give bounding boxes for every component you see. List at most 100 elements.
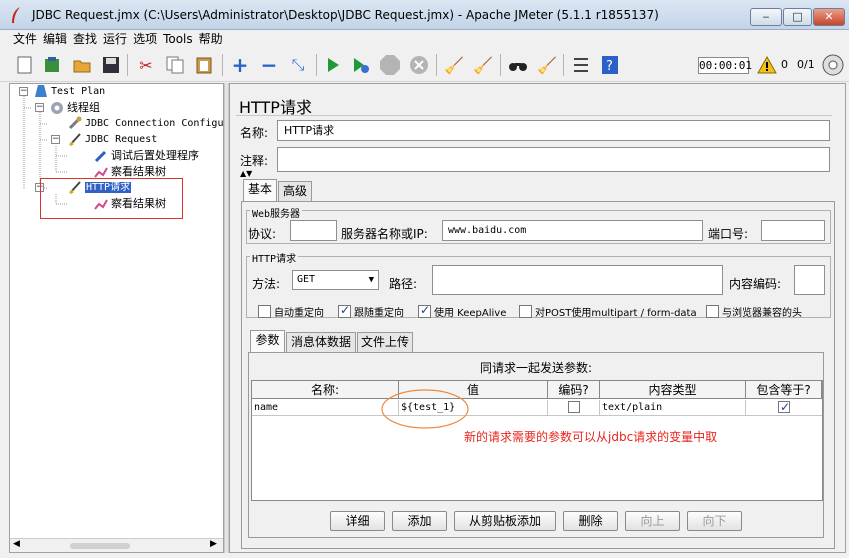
stop-icon[interactable] bbox=[379, 54, 401, 76]
title-divider bbox=[236, 115, 832, 116]
table-row[interactable]: name ${test_1} text/plain bbox=[252, 399, 822, 416]
path-input[interactable] bbox=[432, 265, 723, 295]
shutdown-icon[interactable] bbox=[408, 54, 430, 76]
copy-icon[interactable] bbox=[164, 54, 186, 76]
tree-item-jdbc-connection[interactable]: JDBC Connection Configu bbox=[68, 116, 223, 132]
checkbox[interactable] bbox=[338, 303, 351, 318]
tab-advanced[interactable]: 高级 bbox=[278, 181, 312, 201]
col-name-header[interactable]: 名称: bbox=[252, 381, 399, 399]
clear-icon[interactable]: 🧹 bbox=[443, 54, 465, 76]
help-icon[interactable]: ? bbox=[599, 54, 621, 76]
add-from-clipboard-button[interactable]: 从剪贴板添加 bbox=[454, 511, 556, 531]
scroll-right-icon[interactable]: ▶ bbox=[210, 539, 217, 549]
search-icon[interactable] bbox=[507, 54, 529, 76]
menu-edit[interactable]: 编辑 bbox=[40, 30, 70, 48]
tree-item-jdbc-request[interactable]: JDBC Request bbox=[68, 132, 157, 148]
warning-count: 0 bbox=[781, 58, 788, 71]
menu-tools[interactable]: Tools bbox=[160, 30, 196, 48]
toggle-icon[interactable]: ⤡ bbox=[287, 54, 309, 76]
port-input[interactable] bbox=[761, 220, 825, 241]
function-helper-icon[interactable] bbox=[570, 54, 592, 76]
test-plan-icon bbox=[34, 84, 48, 98]
templates-icon[interactable] bbox=[41, 54, 63, 76]
save-icon[interactable] bbox=[100, 54, 122, 76]
minimize-button[interactable]: ‒ bbox=[750, 8, 782, 26]
menu-bar: 文件 编辑 查找 运行 选项 Tools 帮助 bbox=[0, 30, 849, 48]
menu-help[interactable]: 帮助 bbox=[196, 30, 226, 48]
col-include-equals-header[interactable]: 包含等于? bbox=[746, 381, 822, 399]
toolbar-separator bbox=[222, 54, 223, 76]
checkbox[interactable] bbox=[778, 399, 790, 415]
new-icon[interactable] bbox=[14, 54, 36, 76]
open-icon[interactable] bbox=[71, 54, 93, 76]
tab-body-data[interactable]: 消息体数据 bbox=[286, 332, 356, 352]
collapse-toggle[interactable]: − bbox=[19, 87, 28, 96]
tree-horizontal-scrollbar[interactable]: ◀ ▶ bbox=[10, 538, 223, 552]
method-label: 方法: bbox=[252, 277, 281, 291]
param-name-cell[interactable]: name bbox=[252, 400, 399, 416]
expand-icon[interactable]: + bbox=[229, 53, 251, 77]
method-select[interactable]: GET ▼ bbox=[292, 270, 379, 290]
encoding-input[interactable] bbox=[794, 265, 825, 295]
server-input[interactable]: www.baidu.com bbox=[442, 220, 703, 241]
param-include-equals-cell[interactable] bbox=[746, 399, 822, 416]
warning-icon[interactable] bbox=[756, 54, 778, 76]
menu-options[interactable]: 选项 bbox=[130, 30, 160, 48]
tab-file-upload[interactable]: 文件上传 bbox=[357, 332, 413, 352]
menu-search[interactable]: 查找 bbox=[70, 30, 100, 48]
postprocessor-icon bbox=[94, 149, 108, 163]
results-chart-icon bbox=[94, 165, 108, 179]
menu-run[interactable]: 运行 bbox=[100, 30, 130, 48]
keepalive-checkbox[interactable]: 使用 KeepAlive bbox=[418, 303, 506, 319]
col-encode-header[interactable]: 编码? bbox=[548, 381, 600, 399]
add-button[interactable]: 添加 bbox=[392, 511, 447, 531]
delete-button[interactable]: 删除 bbox=[563, 511, 618, 531]
maximize-button[interactable]: □ bbox=[783, 8, 812, 26]
remote-threads-icon[interactable] bbox=[821, 53, 845, 77]
move-up-button[interactable]: 向上 bbox=[625, 511, 680, 531]
comment-input[interactable] bbox=[277, 147, 830, 172]
collapse-icon[interactable]: − bbox=[258, 53, 280, 77]
tab-parameters[interactable]: 参数 bbox=[250, 330, 285, 352]
value-ellipse bbox=[381, 389, 469, 429]
follow-redirects-checkbox[interactable]: 跟随重定向 bbox=[338, 303, 404, 319]
annotation-note: 新的请求需要的参数可以从jdbc请求的变量中取 bbox=[464, 430, 718, 444]
tree-item-thread-group[interactable]: 线程组 bbox=[50, 100, 100, 116]
reset-search-icon[interactable]: 🧹 bbox=[536, 54, 558, 76]
tab-basic[interactable]: 基本 bbox=[243, 179, 277, 201]
browser-headers-checkbox[interactable]: 与浏览器兼容的头 bbox=[706, 304, 802, 319]
move-down-button[interactable]: 向下 bbox=[687, 511, 742, 531]
close-button[interactable]: ✕ bbox=[813, 8, 845, 26]
detail-button[interactable]: 详细 bbox=[330, 511, 385, 531]
checkbox[interactable] bbox=[706, 305, 719, 318]
collapse-toggle[interactable]: − bbox=[51, 135, 60, 144]
cut-icon[interactable]: ✂ bbox=[135, 54, 157, 76]
svg-text:?: ? bbox=[606, 59, 613, 74]
tree-item-test-plan[interactable]: Test Plan bbox=[34, 84, 105, 100]
protocol-label: 协议: bbox=[248, 227, 277, 241]
menu-file[interactable]: 文件 bbox=[10, 30, 40, 48]
param-encode-cell[interactable] bbox=[548, 400, 600, 416]
tree-item-debug-postprocessor[interactable]: 调试后置处理程序 bbox=[94, 148, 199, 164]
name-input[interactable]: HTTP请求 bbox=[277, 120, 830, 141]
start-icon[interactable] bbox=[322, 54, 344, 76]
checkbox[interactable] bbox=[567, 401, 580, 413]
checkbox[interactable] bbox=[418, 303, 431, 318]
auto-redirect-checkbox[interactable]: 自动重定向 bbox=[258, 304, 324, 319]
gear-icon bbox=[50, 101, 64, 115]
collapse-toggle[interactable]: − bbox=[35, 103, 44, 112]
paste-icon[interactable] bbox=[193, 54, 215, 76]
scroll-thumb[interactable] bbox=[70, 543, 130, 549]
clear-all-icon[interactable]: 🧹 bbox=[472, 54, 494, 76]
expander-arrows-icon[interactable]: ▲▼ bbox=[240, 169, 252, 178]
scroll-left-icon[interactable]: ◀ bbox=[13, 539, 20, 549]
checkbox[interactable] bbox=[519, 305, 532, 318]
param-content-type-cell[interactable]: text/plain bbox=[600, 400, 746, 416]
params-caption: 同请求一起发送参数: bbox=[479, 361, 593, 375]
multipart-checkbox[interactable]: 对POST使用multipart / form-data bbox=[519, 304, 697, 319]
checkbox[interactable] bbox=[258, 305, 271, 318]
col-content-type-header[interactable]: 内容类型 bbox=[600, 381, 746, 399]
jmeter-feather-icon bbox=[12, 7, 20, 23]
start-no-pause-icon[interactable] bbox=[350, 54, 372, 76]
protocol-input[interactable] bbox=[290, 220, 337, 241]
